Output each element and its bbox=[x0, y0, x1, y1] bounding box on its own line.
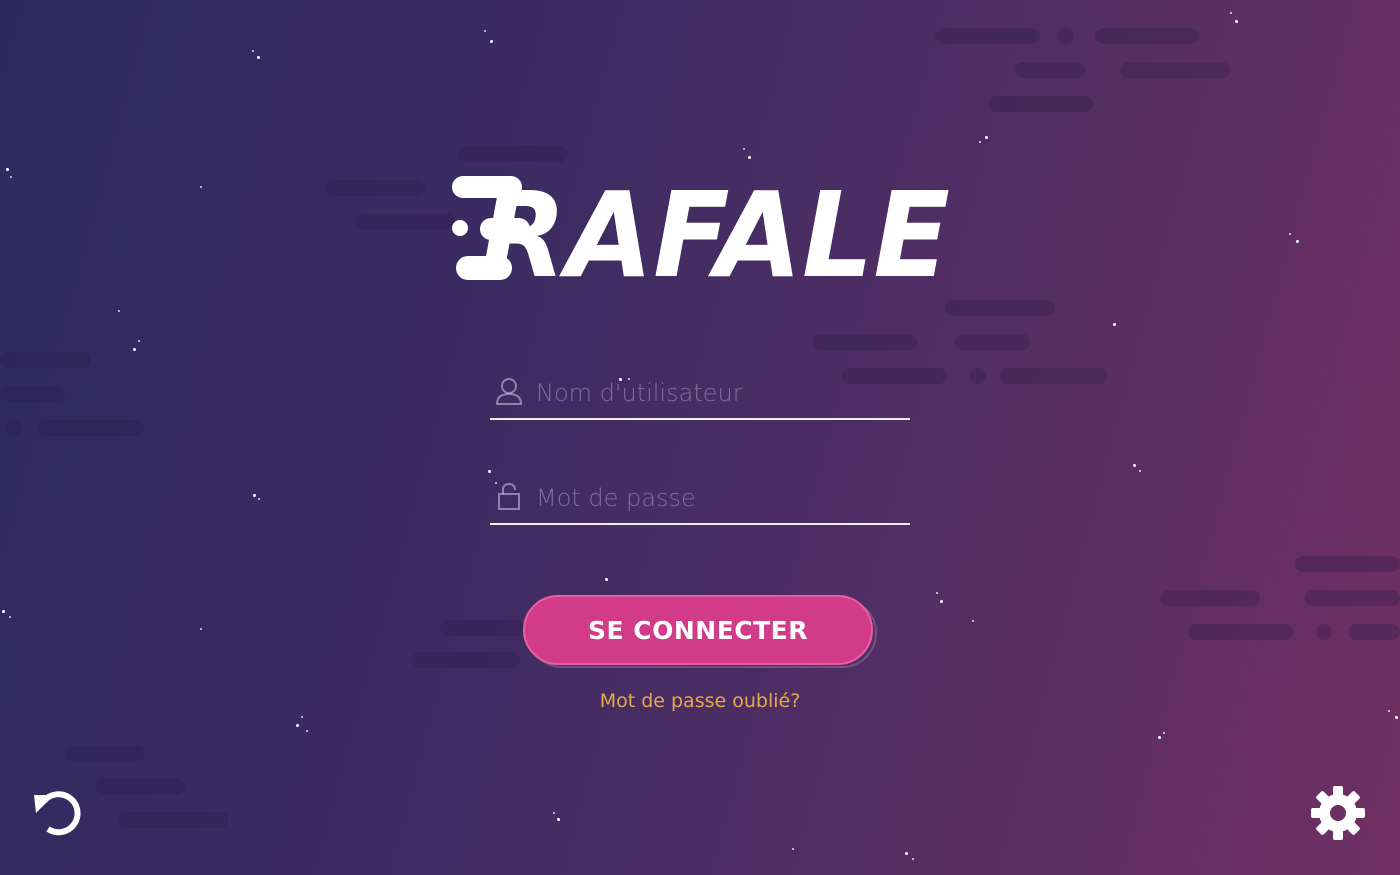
undo-icon bbox=[34, 791, 81, 836]
user-icon bbox=[494, 376, 524, 406]
settings-button[interactable] bbox=[1310, 785, 1366, 841]
username-field[interactable] bbox=[490, 368, 910, 420]
background-decoration bbox=[0, 0, 1400, 875]
password-input[interactable] bbox=[534, 479, 898, 517]
svg-text:RAFALE: RAFALE bbox=[480, 168, 950, 288]
rafale-logo-graphic: RAFALE bbox=[452, 166, 950, 304]
password-field[interactable] bbox=[490, 473, 910, 525]
login-button-label: SE CONNECTER bbox=[587, 615, 809, 645]
gear-icon bbox=[1311, 786, 1365, 840]
username-input[interactable] bbox=[534, 374, 898, 412]
login-button[interactable]: SE CONNECTER bbox=[523, 595, 873, 665]
rafale-logo: RAFALE bbox=[440, 166, 960, 304]
forgot-password-label[interactable]: Mot de passe oublié? bbox=[600, 690, 801, 712]
forgot-password-link[interactable]: Mot de passe oublié? bbox=[0, 690, 1400, 712]
back-button[interactable] bbox=[30, 785, 86, 841]
lock-icon bbox=[494, 481, 524, 511]
